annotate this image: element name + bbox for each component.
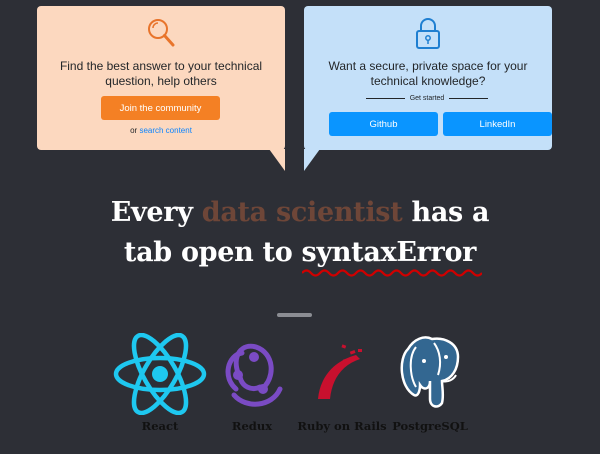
speech-tail [304,149,320,171]
headline-line-2: tab open to syntaxError [0,233,600,277]
private-space-card: Want a secure, private space for your te… [304,6,552,171]
private-space-card-text: Want a secure, private space for your te… [328,59,528,88]
headline-line-1: Every data scientist has a [0,193,600,233]
community-card-text: Find the best answer to your technical q… [59,59,263,88]
headline-tab-open-to: tab open to [123,237,293,268]
community-card: Find the best answer to your technical q… [37,6,285,171]
react-logo-icon [113,332,207,420]
redux-logo-icon [216,333,288,420]
or-text: or [130,126,138,135]
section-divider [277,313,312,317]
headline-rotating-word: data scientist [201,197,403,228]
headline-every: Every [110,197,193,228]
lock-icon [415,18,441,55]
join-community-button[interactable]: Join the community [101,96,220,120]
get-started-label: Get started [409,95,445,102]
divider-line [449,98,489,99]
tech-postgresql: PostgreSQL [392,333,468,433]
github-button[interactable]: Github [329,112,438,136]
tech-redux: Redux [216,333,288,433]
squiggle-underline-icon [301,269,482,277]
tech-label: PostgreSQL [392,419,468,433]
search-content-link[interactable]: search content [139,126,191,135]
rails-logo-icon [312,333,372,420]
tech-rails: Ruby on Rails [297,333,387,433]
tech-react: React [113,332,207,433]
search-icon [147,18,175,53]
linkedin-button[interactable]: LinkedIn [443,112,552,136]
headline-brand-wrapper: syntaxError [301,233,482,277]
get-started-divider: Get started [366,95,489,102]
hero-headline: Every data scientist has a tab open to s… [0,193,600,277]
search-content-line: or search content [37,126,285,135]
postgresql-logo-icon [394,333,466,420]
speech-tail [269,149,285,171]
divider-line [366,98,405,99]
headline-has-a: has a [411,197,490,228]
headline-brand: syntaxError [301,237,477,268]
